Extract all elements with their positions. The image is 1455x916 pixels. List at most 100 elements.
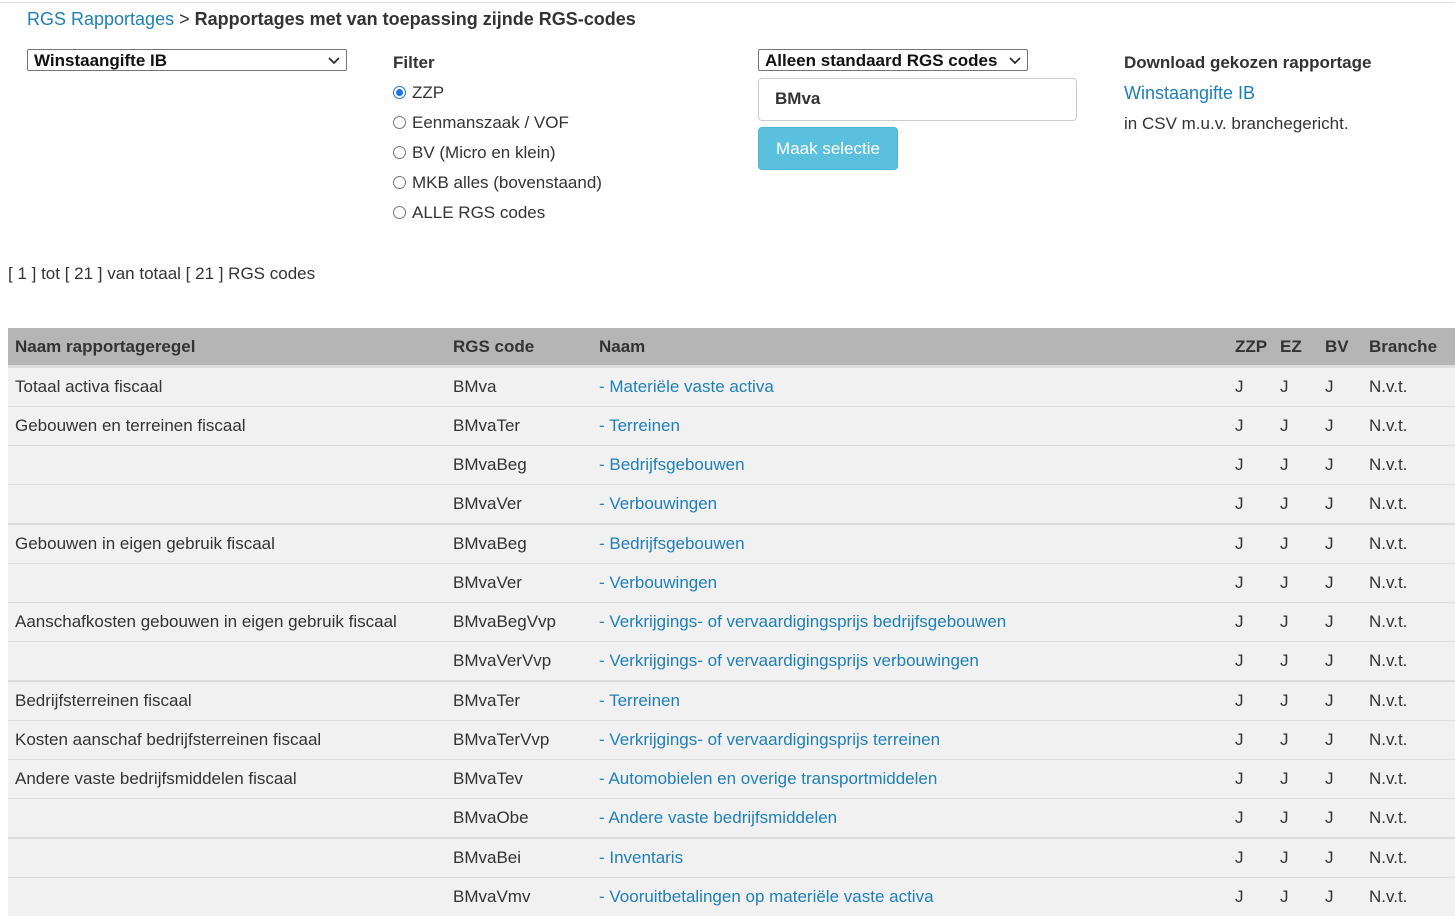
cell-bv: J — [1318, 681, 1362, 721]
cell-naam-link[interactable]: - Verkrijgings- of vervaardigingsprijs v… — [599, 651, 979, 670]
table-row: BMvaVerVvp- Verkrijgings- of vervaardigi… — [8, 642, 1455, 682]
cell-bv: J — [1318, 485, 1362, 525]
cell-naam-rapportageregel — [8, 838, 446, 878]
cell-zzp: J — [1228, 367, 1273, 407]
breadcrumb: RGS Rapportages > Rapportages met van to… — [27, 9, 636, 30]
top-divider — [0, 2, 1455, 3]
cell-bv: J — [1318, 446, 1362, 485]
radio-button[interactable] — [393, 146, 406, 159]
cell-naam: - Bedrijfsgebouwen — [592, 446, 1228, 485]
download-note: in CSV m.u.v. branchegericht. — [1124, 114, 1349, 134]
cell-zzp: J — [1228, 603, 1273, 642]
cell-ez: J — [1273, 721, 1318, 760]
cell-naam-link[interactable]: - Verbouwingen — [599, 573, 717, 592]
table-row: Kosten aanschaf bedrijfsterreinen fiscaa… — [8, 721, 1455, 760]
cell-naam-link[interactable]: - Verkrijgings- of vervaardigingsprijs b… — [599, 612, 1006, 631]
filter-option[interactable]: BV (Micro en klein) — [393, 143, 556, 163]
cell-bv: J — [1318, 524, 1362, 564]
header-naam-rapportageregel: Naam rapportageregel — [8, 328, 446, 367]
cell-ez: J — [1273, 524, 1318, 564]
cell-naam-link[interactable]: - Vooruitbetalingen op materiële vaste a… — [599, 887, 934, 906]
cell-branche: N.v.t. — [1362, 446, 1455, 485]
header-bv: BV — [1318, 328, 1362, 367]
cell-zzp: J — [1228, 721, 1273, 760]
cell-naam-rapportageregel — [8, 642, 446, 682]
cell-naam-link[interactable]: - Verbouwingen — [599, 494, 717, 513]
cell-naam-rapportageregel: Bedrijfsterreinen fiscaal — [8, 681, 446, 721]
cell-branche: N.v.t. — [1362, 799, 1455, 839]
search-input[interactable]: BMva — [758, 78, 1077, 121]
report-select[interactable]: Winstaangifte IB — [27, 49, 347, 71]
cell-naam-rapportageregel — [8, 446, 446, 485]
cell-rgs-code: BMvaTer — [446, 681, 592, 721]
cell-zzp: J — [1228, 564, 1273, 603]
cell-naam-rapportageregel: Aanschafkosten gebouwen in eigen gebruik… — [8, 603, 446, 642]
cell-bv: J — [1318, 367, 1362, 407]
cell-ez: J — [1273, 878, 1318, 916]
cell-rgs-code: BMvaBegVvp — [446, 603, 592, 642]
header-zzp: ZZP — [1228, 328, 1273, 367]
cell-naam: - Vooruitbetalingen op materiële vaste a… — [592, 878, 1228, 916]
download-link[interactable]: Winstaangifte IB — [1124, 83, 1255, 104]
cell-naam: - Automobielen en overige transportmidde… — [592, 760, 1228, 799]
breadcrumb-root-link[interactable]: RGS Rapportages — [27, 9, 174, 29]
radio-button[interactable] — [393, 116, 406, 129]
filter-option[interactable]: ALLE RGS codes — [393, 203, 545, 223]
filter-option-label: Eenmanszaak / VOF — [412, 113, 569, 133]
cell-ez: J — [1273, 446, 1318, 485]
cell-branche: N.v.t. — [1362, 603, 1455, 642]
cell-branche: N.v.t. — [1362, 642, 1455, 682]
page-title: Rapportages met van toepassing zijnde RG… — [195, 9, 636, 29]
cell-naam: - Verkrijgings- of vervaardigingsprijs t… — [592, 721, 1228, 760]
cell-zzp: J — [1228, 760, 1273, 799]
cell-ez: J — [1273, 799, 1318, 839]
cell-rgs-code: BMvaVmv — [446, 878, 592, 916]
cell-naam-link[interactable]: - Inventaris — [599, 848, 683, 867]
cell-bv: J — [1318, 407, 1362, 446]
breadcrumb-separator: > — [179, 9, 190, 29]
cell-bv: J — [1318, 878, 1362, 916]
cell-ez: J — [1273, 564, 1318, 603]
codes-select[interactable]: Alleen standaard RGS codes — [758, 49, 1028, 71]
filter-option-label: ZZP — [412, 83, 444, 103]
radio-button[interactable] — [393, 86, 406, 99]
table-row: BMvaBei- InventarisJJJN.v.t. — [8, 838, 1455, 878]
table-row: Aanschafkosten gebouwen in eigen gebruik… — [8, 603, 1455, 642]
cell-rgs-code: BMvaObe — [446, 799, 592, 839]
cell-naam: - Terreinen — [592, 681, 1228, 721]
cell-naam-link[interactable]: - Verkrijgings- of vervaardigingsprijs t… — [599, 730, 940, 749]
cell-naam-link[interactable]: - Andere vaste bedrijfsmiddelen — [599, 808, 837, 827]
filter-option[interactable]: MKB alles (bovenstaand) — [393, 173, 602, 193]
cell-naam-rapportageregel — [8, 799, 446, 839]
cell-naam-link[interactable]: - Automobielen en overige transportmidde… — [599, 769, 937, 788]
cell-naam-rapportageregel: Andere vaste bedrijfsmiddelen fiscaal — [8, 760, 446, 799]
cell-zzp: J — [1228, 799, 1273, 839]
make-selection-button[interactable]: Maak selectie — [758, 127, 898, 170]
cell-ez: J — [1273, 642, 1318, 682]
cell-bv: J — [1318, 603, 1362, 642]
cell-rgs-code: BMvaVer — [446, 485, 592, 525]
table-row: Bedrijfsterreinen fiscaalBMvaTer - Terrei… — [8, 681, 1455, 721]
table-row: BMvaVer- VerbouwingenJJJN.v.t. — [8, 485, 1455, 525]
header-branche: Branche — [1362, 328, 1455, 367]
cell-naam-link[interactable]: - Terreinen — [599, 691, 680, 710]
header-rgs-code: RGS code — [446, 328, 592, 367]
radio-button[interactable] — [393, 206, 406, 219]
cell-rgs-code: BMvaBei — [446, 838, 592, 878]
cell-naam: - Andere vaste bedrijfsmiddelen — [592, 799, 1228, 839]
cell-naam: - Verbouwingen — [592, 485, 1228, 525]
cell-naam-link[interactable]: - Bedrijfsgebouwen — [599, 455, 745, 474]
cell-naam-rapportageregel: Totaal activa fiscaal — [8, 367, 446, 407]
filter-option[interactable]: ZZP — [393, 83, 444, 103]
cell-zzp: J — [1228, 681, 1273, 721]
chevron-down-icon — [1009, 50, 1021, 70]
cell-naam-rapportageregel — [8, 564, 446, 603]
cell-naam-link[interactable]: - Terreinen — [599, 416, 680, 435]
radio-button[interactable] — [393, 176, 406, 189]
cell-naam-link[interactable]: - Bedrijfsgebouwen — [599, 534, 745, 553]
cell-naam-link[interactable]: - Materiële vaste activa — [599, 377, 774, 396]
filter-option-label: ALLE RGS codes — [412, 203, 545, 223]
filter-option[interactable]: Eenmanszaak / VOF — [393, 113, 569, 133]
cell-naam-rapportageregel: Gebouwen in eigen gebruik fiscaal — [8, 524, 446, 564]
cell-naam: - Materiële vaste activa — [592, 367, 1228, 407]
